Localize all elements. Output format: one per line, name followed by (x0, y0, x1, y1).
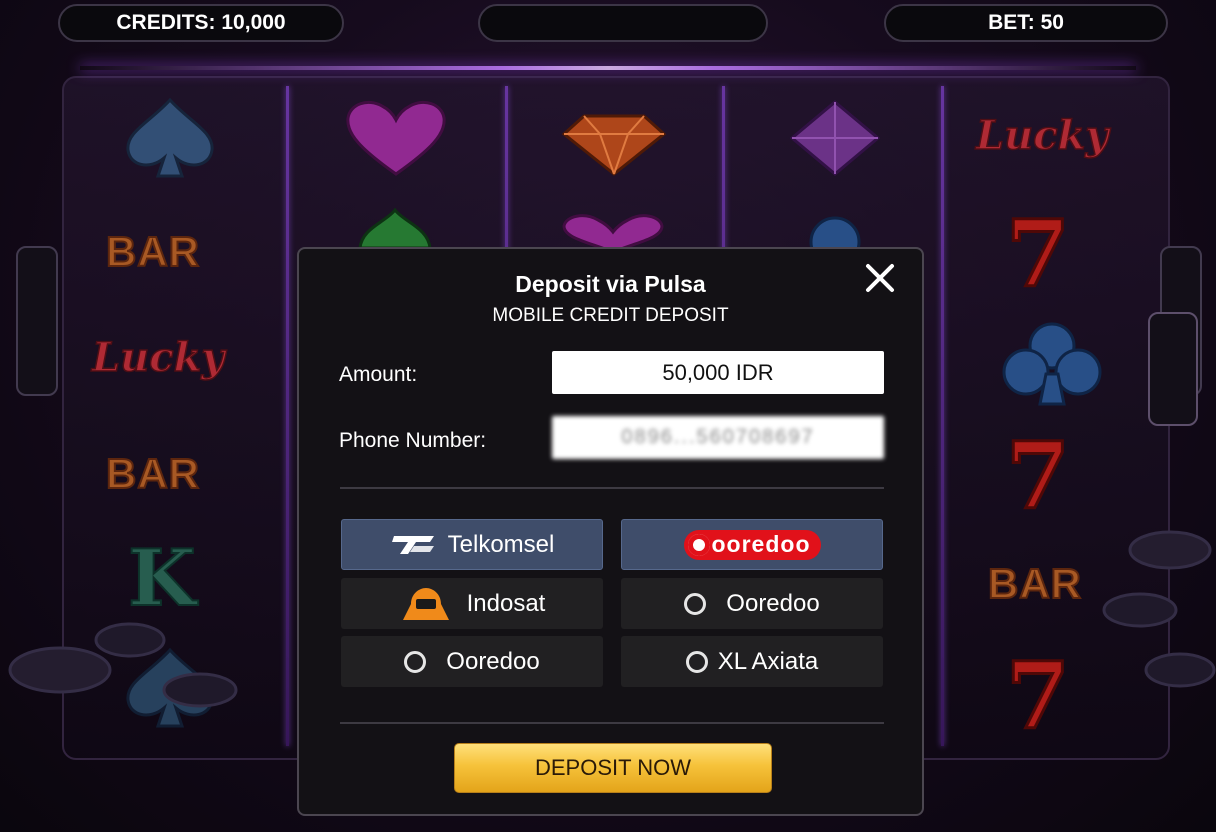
provider-option-ooredoo[interactable]: Ooredoo (621, 578, 883, 629)
modal-title: Deposit via Pulsa (515, 271, 706, 297)
telkomsel-logo-icon (391, 535, 434, 554)
deposit-now-button[interactable]: DEPOSIT NOW (454, 743, 772, 793)
provider-label: ooredoo (711, 531, 811, 557)
radio-icon (404, 650, 427, 673)
modal-subtitle: MOBILE CREDIT DEPOSIT (492, 305, 729, 326)
phone-number-label: Phone Number: (339, 429, 487, 452)
provider-label: XL Axiata (717, 647, 819, 675)
divider (340, 722, 884, 724)
credits-display: CREDITS: 10,000 (58, 4, 344, 42)
provider-option-ooredoo-logo[interactable]: ooredoo (621, 519, 883, 570)
phone-number-input[interactable] (552, 416, 884, 459)
radio-icon (684, 592, 707, 615)
radio-icon (685, 650, 708, 673)
provider-label: Ooredoo (446, 647, 540, 675)
ooredoo-ring-icon (687, 533, 710, 556)
deposit-modal: Deposit via Pulsa MOBILE CREDIT DEPOSIT … (297, 247, 924, 816)
ooredoo-logo-icon: ooredoo (683, 529, 821, 560)
provider-label: Telkomsel (447, 530, 555, 558)
provider-option-indosat[interactable]: Indosat (341, 578, 603, 629)
amount-input[interactable] (552, 351, 884, 394)
close-button[interactable] (860, 258, 900, 298)
hud-center-pill (478, 4, 768, 42)
bet-display: BET: 50 (884, 4, 1168, 42)
indosat-logo-icon (402, 587, 449, 620)
divider (340, 487, 884, 489)
close-icon (866, 264, 894, 292)
provider-label: Indosat (466, 589, 546, 617)
provider-label: Ooredoo (726, 589, 820, 617)
amount-label: Amount: (339, 363, 418, 386)
provider-option-xl-axiata[interactable]: XL Axiata (621, 636, 883, 687)
provider-option-ooredoo[interactable]: Ooredoo (341, 636, 603, 687)
provider-option-telkomsel[interactable]: Telkomsel (341, 519, 603, 570)
